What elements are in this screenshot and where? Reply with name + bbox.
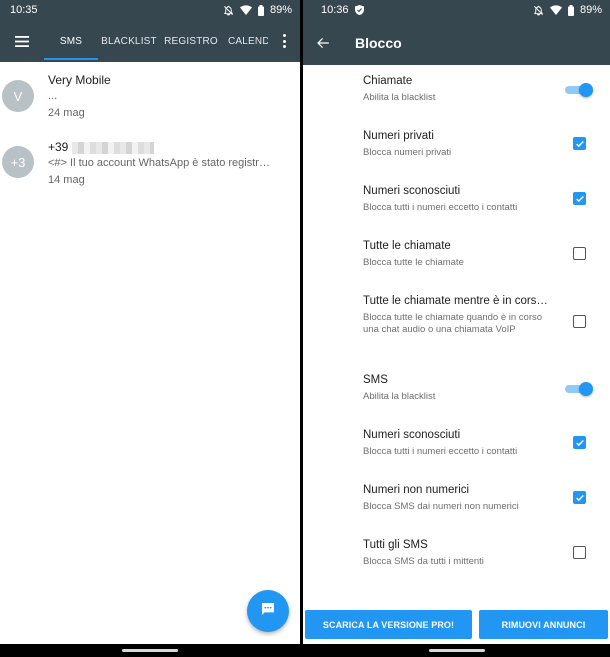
gesture-nav-bar	[0, 644, 300, 657]
more-vert-icon[interactable]	[276, 33, 292, 49]
conversation-item[interactable]: +3 +39 <#> Il tuo account WhatsApp è sta…	[0, 130, 300, 200]
check-icon	[575, 140, 584, 147]
avatar: +3	[2, 146, 34, 178]
sms-screen: 10:35 89% SMS BLACKLIST REGISTRO CALENDA	[0, 0, 300, 657]
tab-bar: SMS BLACKLIST REGISTRO CALENDA	[44, 20, 268, 62]
checkbox-checked[interactable]	[573, 137, 586, 150]
setting-title: Tutti gli SMS	[363, 539, 428, 551]
setting-subtitle: Abilita la blacklist	[363, 391, 436, 402]
setting-title: Numeri sconosciuti	[363, 429, 461, 441]
setting-title: Chiamate	[363, 75, 413, 87]
setting-subtitle: Abilita la blacklist	[363, 92, 436, 103]
new-message-icon	[260, 601, 276, 622]
wifi-icon	[549, 5, 562, 15]
conversation-snippet: ...	[48, 90, 58, 102]
setting-title: Numeri privati	[363, 130, 434, 142]
battery-icon	[257, 4, 264, 16]
conversation-snippet: <#> Il tuo account WhatsApp è stato regi…	[48, 157, 270, 169]
battery-icon	[567, 4, 574, 16]
tab-registro[interactable]: REGISTRO	[160, 20, 222, 62]
setting-subtitle: Blocca numeri privati	[363, 147, 452, 158]
mute-icon	[223, 5, 234, 16]
conversation-date: 14 mag	[48, 174, 85, 186]
tab-calendar[interactable]: CALENDA	[222, 20, 268, 62]
tab-sms[interactable]: SMS	[44, 20, 98, 62]
conversation-name: +39	[48, 140, 155, 154]
gesture-nav-bar	[303, 644, 610, 657]
get-pro-button[interactable]: SCARICA LA VERSIONE PRO!	[305, 610, 472, 639]
setting-subtitle: Blocca tutte le chiamate	[363, 257, 464, 268]
remove-ads-button[interactable]: RIMUOVI ANNUNCI	[479, 610, 608, 639]
redacted-number	[72, 141, 155, 154]
status-bar: 10:35 89%	[0, 0, 300, 20]
checkbox-checked[interactable]	[573, 491, 586, 504]
conversation-number: +39	[48, 140, 69, 154]
setting-subtitle: Blocca tutti i numeri eccetto i contatti	[363, 446, 518, 457]
setting-subtitle: Blocca tutti i numeri eccetto i contatti	[363, 202, 518, 213]
setting-subtitle: Blocca SMS dai numeri non numerici	[363, 501, 519, 512]
wifi-icon	[239, 5, 252, 15]
switch-toggle[interactable]	[565, 382, 593, 396]
conversation-date: 24 mag	[48, 107, 85, 119]
check-icon	[575, 195, 584, 202]
checkbox-checked[interactable]	[573, 192, 586, 205]
conversation-item[interactable]: V Very Mobile ... 24 mag	[0, 62, 300, 130]
setting-subtitle: Blocca tutte le chiamate quando è in cor…	[363, 312, 543, 335]
battery-level: 89%	[579, 4, 602, 16]
conversation-name: Very Mobile	[48, 73, 111, 87]
home-handle[interactable]	[428, 649, 485, 652]
battery-level: 89%	[269, 4, 292, 16]
status-time: 10:36	[321, 4, 349, 16]
setting-title: Numeri sconosciuti	[363, 185, 461, 197]
check-icon	[575, 439, 584, 446]
back-arrow-icon[interactable]	[303, 20, 343, 65]
top-app-bar: Blocco	[303, 20, 610, 65]
vpn-shield-icon	[354, 5, 364, 15]
top-app-bar: SMS BLACKLIST REGISTRO CALENDA	[0, 20, 300, 62]
checkbox-unchecked[interactable]	[573, 546, 586, 559]
switch-toggle[interactable]	[565, 83, 593, 97]
new-message-button[interactable]	[247, 590, 289, 632]
status-bar: 10:36 89%	[303, 0, 610, 20]
setting-title: Tutte le chiamate mentre è in cors…	[363, 295, 548, 307]
mute-icon	[533, 5, 544, 16]
check-icon	[575, 494, 584, 501]
checkbox-checked[interactable]	[573, 436, 586, 449]
setting-subtitle: Blocca SMS da tutti i mittenti	[363, 556, 484, 567]
avatar: V	[2, 80, 34, 112]
checkbox-unchecked[interactable]	[573, 247, 586, 260]
home-handle[interactable]	[122, 649, 178, 652]
setting-title: Tutte le chiamate	[363, 240, 451, 252]
tab-blacklist[interactable]: BLACKLIST	[98, 20, 160, 62]
setting-title: SMS	[363, 374, 388, 386]
hamburger-menu-icon[interactable]	[0, 20, 44, 62]
status-time: 10:35	[10, 4, 38, 16]
block-settings-screen: 10:36 89% Blocco Chiamate Abilita la blac…	[303, 0, 610, 657]
setting-title: Numeri non numerici	[363, 484, 470, 496]
checkbox-unchecked[interactable]	[573, 315, 586, 328]
page-title: Blocco	[355, 34, 402, 51]
